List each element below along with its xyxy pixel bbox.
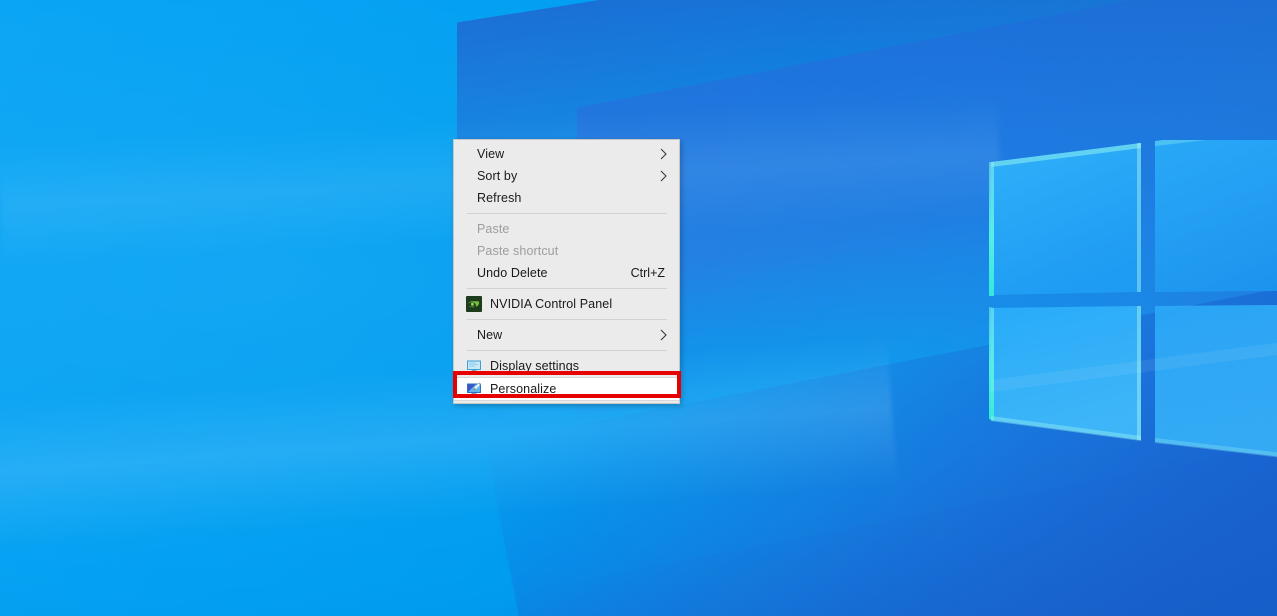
menu-item-paste: Paste	[454, 218, 679, 240]
menu-item-view-label: View	[477, 147, 505, 161]
monitor-icon	[466, 358, 488, 374]
menu-separator	[467, 288, 667, 289]
menu-item-new[interactable]: New	[454, 324, 679, 346]
personalize-icon	[466, 381, 488, 397]
menu-item-personalize-label: Personalize	[490, 382, 557, 396]
menu-item-sort-by-label: Sort by	[477, 169, 518, 183]
menu-separator	[467, 350, 667, 351]
menu-separator	[467, 213, 667, 214]
menu-item-new-label: New	[477, 328, 503, 342]
menu-item-personalize[interactable]: Personalize	[454, 377, 679, 401]
menu-separator	[467, 319, 667, 320]
menu-item-undo-delete[interactable]: Undo Delete Ctrl+Z	[454, 262, 679, 284]
chevron-right-icon	[657, 329, 671, 341]
desktop-context-menu[interactable]: View Sort by Refresh Paste Paste shortcu…	[453, 139, 680, 404]
menu-item-view[interactable]: View	[454, 143, 679, 165]
menu-item-nvidia-control-panel-label: NVIDIA Control Panel	[490, 297, 613, 311]
menu-item-paste-shortcut-label: Paste shortcut	[477, 244, 559, 258]
menu-item-nvidia-control-panel[interactable]: NVIDIA Control Panel	[454, 293, 679, 315]
menu-item-undo-delete-label: Undo Delete	[477, 266, 548, 280]
menu-item-refresh[interactable]: Refresh	[454, 187, 679, 209]
menu-item-paste-label: Paste	[477, 222, 510, 236]
menu-item-undo-delete-accelerator: Ctrl+Z	[630, 266, 665, 280]
menu-item-sort-by[interactable]: Sort by	[454, 165, 679, 187]
menu-item-refresh-label: Refresh	[477, 191, 522, 205]
desktop[interactable]: View Sort by Refresh Paste Paste shortcu…	[0, 0, 1277, 616]
menu-item-paste-shortcut: Paste shortcut	[454, 240, 679, 262]
chevron-right-icon	[657, 148, 671, 160]
chevron-right-icon	[657, 170, 671, 182]
menu-item-display-settings[interactable]: Display settings	[454, 355, 679, 377]
nvidia-icon	[466, 296, 488, 312]
menu-item-display-settings-label: Display settings	[490, 359, 580, 373]
